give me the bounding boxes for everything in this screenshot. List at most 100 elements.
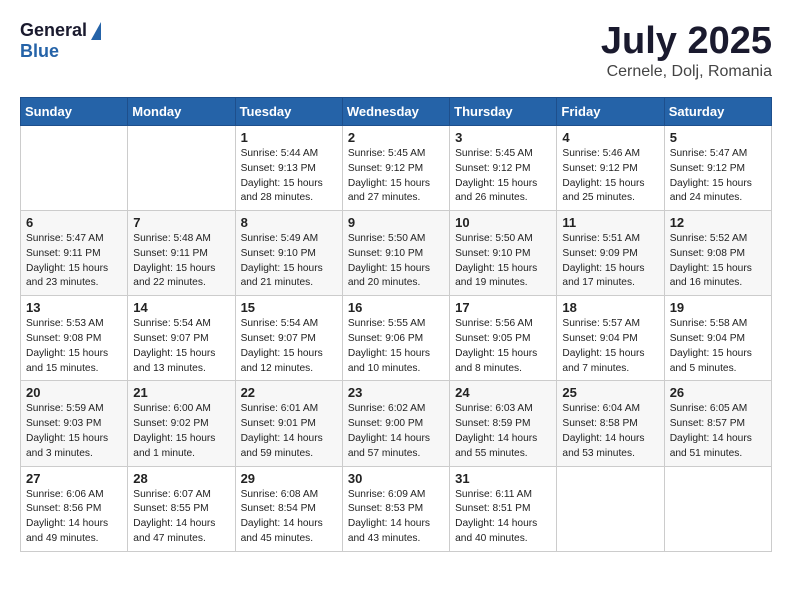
day-number: 28 [133, 471, 229, 486]
day-detail: Sunrise: 6:03 AM Sunset: 8:59 PM Dayligh… [455, 402, 551, 461]
day-detail: Sunrise: 5:51 AM Sunset: 9:09 PM Dayligh… [562, 232, 658, 291]
logo: General Blue [20, 20, 101, 62]
day-detail: Sunrise: 6:09 AM Sunset: 8:53 PM Dayligh… [348, 488, 444, 547]
day-detail: Sunrise: 5:45 AM Sunset: 9:12 PM Dayligh… [455, 147, 551, 206]
day-number: 18 [562, 300, 658, 315]
calendar-week-4: 20 Sunrise: 5:59 AM Sunset: 9:03 PM Dayli… [21, 381, 772, 466]
title-block: July 2025 Cernele, Dolj, Romania [601, 20, 772, 81]
day-number: 3 [455, 130, 551, 145]
day-number: 30 [348, 471, 444, 486]
day-detail: Sunrise: 5:47 AM Sunset: 9:12 PM Dayligh… [670, 147, 766, 206]
day-number: 16 [348, 300, 444, 315]
day-number: 27 [26, 471, 122, 486]
calendar-cell: 22Sunrise: 6:01 AM Sunset: 9:01 PM Dayli… [235, 381, 342, 466]
calendar-cell: 30 Sunrise: 6:09 AM Sunset: 8:53 PM Dayli… [342, 466, 449, 551]
calendar-cell: 1 Sunrise: 5:44 AM Sunset: 9:13 PM Daylig… [235, 126, 342, 211]
calendar-cell: 9 Sunrise: 5:50 AM Sunset: 9:10 PM Daylig… [342, 211, 449, 296]
calendar-cell: 23 Sunrise: 6:02 AM Sunset: 9:00 PM Dayli… [342, 381, 449, 466]
calendar-cell: 19Sunrise: 5:58 AM Sunset: 9:04 PM Dayli… [664, 296, 771, 381]
day-detail: Sunrise: 5:50 AM Sunset: 9:10 PM Dayligh… [455, 232, 551, 291]
calendar-header-saturday: Saturday [664, 98, 771, 126]
calendar-week-5: 27Sunrise: 6:06 AM Sunset: 8:56 PM Dayli… [21, 466, 772, 551]
page-header: General Blue July 2025 Cernele, Dolj, Ro… [20, 20, 772, 81]
day-number: 1 [241, 130, 337, 145]
calendar-week-2: 6 Sunrise: 5:47 AM Sunset: 9:11 PM Daylig… [21, 211, 772, 296]
calendar-cell: 5 Sunrise: 5:47 AM Sunset: 9:12 PM Daylig… [664, 126, 771, 211]
calendar-header-monday: Monday [128, 98, 235, 126]
calendar-cell: 11 Sunrise: 5:51 AM Sunset: 9:09 PM Dayli… [557, 211, 664, 296]
calendar-header-wednesday: Wednesday [342, 98, 449, 126]
day-number: 14 [133, 300, 229, 315]
day-number: 6 [26, 215, 122, 230]
calendar-header-friday: Friday [557, 98, 664, 126]
day-number: 2 [348, 130, 444, 145]
calendar-week-1: 1 Sunrise: 5:44 AM Sunset: 9:13 PM Daylig… [21, 126, 772, 211]
calendar-header-row: SundayMondayTuesdayWednesdayThursdayFrid… [21, 98, 772, 126]
calendar-header-thursday: Thursday [450, 98, 557, 126]
calendar-cell: 31 Sunrise: 6:11 AM Sunset: 8:51 PM Dayli… [450, 466, 557, 551]
day-number: 8 [241, 215, 337, 230]
calendar-cell: 18 Sunrise: 5:57 AM Sunset: 9:04 PM Dayli… [557, 296, 664, 381]
calendar-cell: 4 Sunrise: 5:46 AM Sunset: 9:12 PM Daylig… [557, 126, 664, 211]
day-number: 20 [26, 385, 122, 400]
day-number: 17 [455, 300, 551, 315]
day-number: 25 [562, 385, 658, 400]
day-detail: Sunrise: 6:01 AM Sunset: 9:01 PM Dayligh… [241, 402, 337, 461]
calendar-cell: 27Sunrise: 6:06 AM Sunset: 8:56 PM Dayli… [21, 466, 128, 551]
day-detail: Sunrise: 5:57 AM Sunset: 9:04 PM Dayligh… [562, 317, 658, 376]
calendar-cell: 10 Sunrise: 5:50 AM Sunset: 9:10 PM Dayli… [450, 211, 557, 296]
day-detail: Sunrise: 5:54 AM Sunset: 9:07 PM Dayligh… [241, 317, 337, 376]
day-detail: Sunrise: 5:46 AM Sunset: 9:12 PM Dayligh… [562, 147, 658, 206]
calendar-body: 1 Sunrise: 5:44 AM Sunset: 9:13 PM Daylig… [21, 126, 772, 552]
day-detail: Sunrise: 5:48 AM Sunset: 9:11 PM Dayligh… [133, 232, 229, 291]
calendar-cell: 26 Sunrise: 6:05 AM Sunset: 8:57 PM Dayli… [664, 381, 771, 466]
day-detail: Sunrise: 5:50 AM Sunset: 9:10 PM Dayligh… [348, 232, 444, 291]
day-detail: Sunrise: 5:44 AM Sunset: 9:13 PM Dayligh… [241, 147, 337, 206]
day-detail: Sunrise: 5:47 AM Sunset: 9:11 PM Dayligh… [26, 232, 122, 291]
day-detail: Sunrise: 6:02 AM Sunset: 9:00 PM Dayligh… [348, 402, 444, 461]
day-detail: Sunrise: 5:52 AM Sunset: 9:08 PM Dayligh… [670, 232, 766, 291]
day-number: 15 [241, 300, 337, 315]
day-detail: Sunrise: 6:05 AM Sunset: 8:57 PM Dayligh… [670, 402, 766, 461]
calendar-cell: 20 Sunrise: 5:59 AM Sunset: 9:03 PM Dayli… [21, 381, 128, 466]
day-number: 21 [133, 385, 229, 400]
day-number: 4 [562, 130, 658, 145]
day-detail: Sunrise: 5:56 AM Sunset: 9:05 PM Dayligh… [455, 317, 551, 376]
calendar-cell [128, 126, 235, 211]
calendar-cell: 24 Sunrise: 6:03 AM Sunset: 8:59 PM Dayli… [450, 381, 557, 466]
day-number: 9 [348, 215, 444, 230]
day-number: 5 [670, 130, 766, 145]
calendar-cell [557, 466, 664, 551]
day-detail: Sunrise: 6:04 AM Sunset: 8:58 PM Dayligh… [562, 402, 658, 461]
day-number: 24 [455, 385, 551, 400]
calendar-cell [664, 466, 771, 551]
day-detail: Sunrise: 5:45 AM Sunset: 9:12 PM Dayligh… [348, 147, 444, 206]
page-title: July 2025 [601, 20, 772, 63]
day-number: 26 [670, 385, 766, 400]
day-detail: Sunrise: 5:53 AM Sunset: 9:08 PM Dayligh… [26, 317, 122, 376]
calendar-cell: 12Sunrise: 5:52 AM Sunset: 9:08 PM Dayli… [664, 211, 771, 296]
calendar-cell: 14Sunrise: 5:54 AM Sunset: 9:07 PM Dayli… [128, 296, 235, 381]
logo-general-text: General [20, 20, 87, 41]
day-number: 31 [455, 471, 551, 486]
calendar-table: SundayMondayTuesdayWednesdayThursdayFrid… [20, 97, 772, 552]
calendar-cell: 6 Sunrise: 5:47 AM Sunset: 9:11 PM Daylig… [21, 211, 128, 296]
logo-arrow-icon [91, 22, 101, 40]
day-detail: Sunrise: 5:59 AM Sunset: 9:03 PM Dayligh… [26, 402, 122, 461]
calendar-week-3: 13 Sunrise: 5:53 AM Sunset: 9:08 PM Dayli… [21, 296, 772, 381]
day-number: 10 [455, 215, 551, 230]
day-detail: Sunrise: 6:07 AM Sunset: 8:55 PM Dayligh… [133, 488, 229, 547]
day-detail: Sunrise: 6:00 AM Sunset: 9:02 PM Dayligh… [133, 402, 229, 461]
calendar-header: SundayMondayTuesdayWednesdayThursdayFrid… [21, 98, 772, 126]
calendar-cell: 21 Sunrise: 6:00 AM Sunset: 9:02 PM Dayli… [128, 381, 235, 466]
day-number: 29 [241, 471, 337, 486]
day-detail: Sunrise: 6:11 AM Sunset: 8:51 PM Dayligh… [455, 488, 551, 547]
day-number: 23 [348, 385, 444, 400]
calendar-cell: 17 Sunrise: 5:56 AM Sunset: 9:05 PM Dayli… [450, 296, 557, 381]
day-detail: Sunrise: 6:08 AM Sunset: 8:54 PM Dayligh… [241, 488, 337, 547]
calendar-cell: 29 Sunrise: 6:08 AM Sunset: 8:54 PM Dayli… [235, 466, 342, 551]
day-detail: Sunrise: 5:55 AM Sunset: 9:06 PM Dayligh… [348, 317, 444, 376]
calendar-cell: 25 Sunrise: 6:04 AM Sunset: 8:58 PM Dayli… [557, 381, 664, 466]
day-number: 13 [26, 300, 122, 315]
day-number: 11 [562, 215, 658, 230]
